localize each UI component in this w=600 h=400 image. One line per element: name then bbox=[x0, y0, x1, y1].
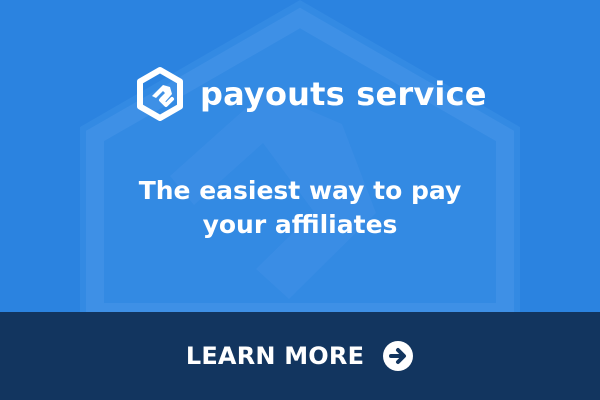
hexagon-arrow-icon bbox=[137, 67, 183, 121]
hero-panel: payouts service The easiest way to pay y… bbox=[0, 0, 600, 312]
arrow-right-circle-icon bbox=[383, 341, 414, 371]
brand-name: payouts service bbox=[200, 75, 487, 113]
learn-more-label: LEARN MORE bbox=[185, 342, 365, 370]
headline-line-1: The easiest way to pay bbox=[138, 176, 462, 205]
headline: The easiest way to pay your affiliates bbox=[0, 174, 600, 242]
learn-more-button[interactable]: LEARN MORE bbox=[150, 312, 450, 400]
brand-lockup: payouts service bbox=[132, 66, 487, 122]
headline-line-2: your affiliates bbox=[202, 210, 398, 239]
cta-bar: LEARN MORE bbox=[0, 312, 600, 400]
background-hexagon-arrow-icon bbox=[80, 0, 520, 312]
affiliate-ad-banner: payouts service The easiest way to pay y… bbox=[0, 0, 600, 400]
